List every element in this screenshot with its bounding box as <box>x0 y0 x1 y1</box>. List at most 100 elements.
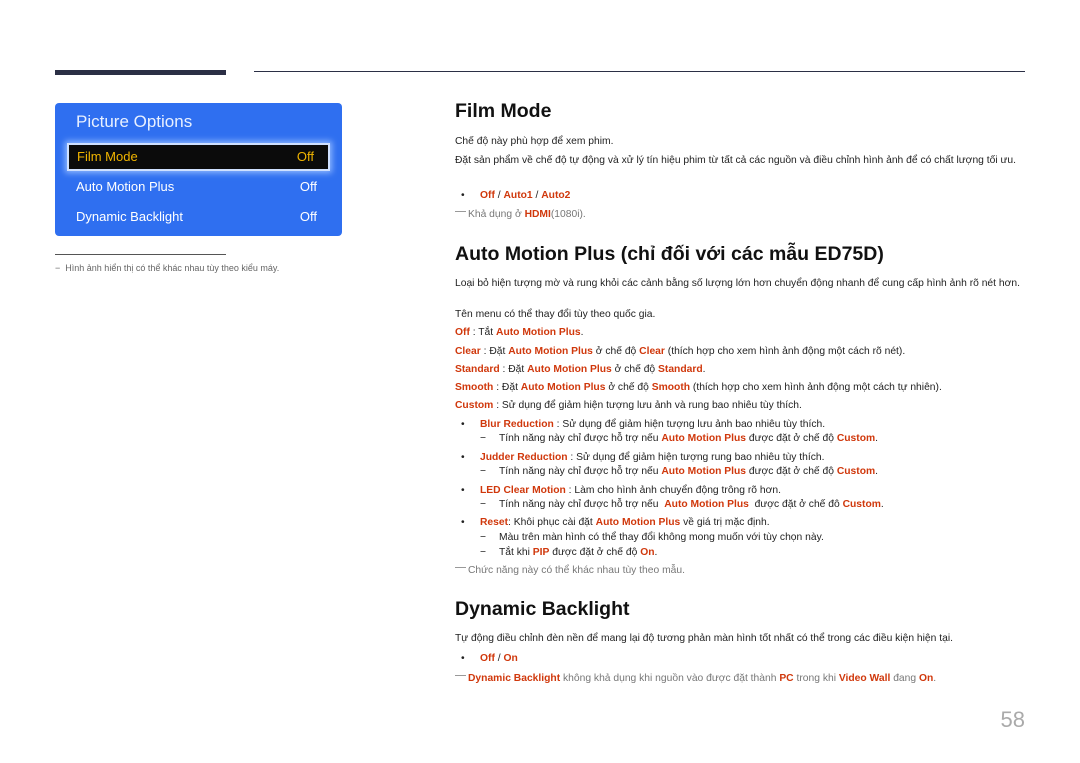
text: được đặt ở chế độ <box>746 466 837 477</box>
bullet: • <box>461 485 465 496</box>
menu-item-film-mode[interactable]: Film Mode Off <box>67 143 330 171</box>
key: Judder Reduction <box>480 452 568 463</box>
amp-clear-line: Clear : Đặt Auto Motion Plus ở chế độ Cl… <box>455 345 1025 359</box>
key: Blur Reduction <box>480 419 554 430</box>
dash: − <box>480 547 487 558</box>
text: Tính năng này chỉ được hỗ trợ nếu <box>499 433 662 444</box>
key: Reset <box>480 517 509 528</box>
key: Auto Motion Plus <box>595 517 681 528</box>
key: Custom <box>842 499 881 510</box>
menu-item-value: Off <box>296 149 314 164</box>
note-icon <box>455 567 466 568</box>
text: về giá trị mặc định. <box>680 517 770 528</box>
key: LED Clear Motion <box>480 485 566 496</box>
bullet: • <box>461 419 465 430</box>
key: Standard <box>455 364 500 375</box>
amp-note: Chức năng này có thể khác nhau tùy theo … <box>455 564 1025 578</box>
key: On <box>918 673 934 684</box>
option-auto2: Auto2 <box>541 190 571 201</box>
bullet: • <box>461 190 465 201</box>
text: (thích hợp cho xem hình ảnh động một các… <box>664 346 906 357</box>
header-rule-thin <box>254 71 1025 72</box>
text: : Đặt <box>480 346 509 357</box>
text: . <box>654 547 658 558</box>
text: đang <box>890 673 919 684</box>
db-heading: Dynamic Backlight <box>455 598 630 620</box>
key: Custom <box>455 400 494 411</box>
key: Auto Motion Plus <box>664 499 749 510</box>
menu-item-label: Auto Motion Plus <box>76 179 175 194</box>
menu-item-label: Film Mode <box>77 149 138 164</box>
key: On <box>640 547 655 558</box>
text: được đặt ở chế độ <box>549 547 641 558</box>
note-icon <box>455 675 466 676</box>
bullet: • <box>461 653 465 664</box>
text: : Làm cho hình ảnh chuyển động trông rõ … <box>565 485 781 496</box>
key: Standard <box>658 364 703 375</box>
amp-desc-2: Tên menu có thể thay đổi tùy theo quốc g… <box>455 309 656 320</box>
option-auto1: Auto1 <box>503 190 533 201</box>
key: PIP <box>532 547 550 558</box>
text: . <box>933 673 937 684</box>
text: : Tắt <box>469 327 497 338</box>
amp-heading: Auto Motion Plus (chỉ đối với các mẫu ED… <box>455 243 884 265</box>
key: Auto Motion Plus <box>520 382 606 393</box>
option-off: Off <box>480 190 495 201</box>
menu-item-label: Dynamic Backlight <box>76 209 183 224</box>
text: . <box>702 364 706 375</box>
menu-item-auto-motion-plus[interactable]: Auto Motion Plus Off <box>68 175 331 199</box>
sidebar-note-text: Hình ảnh hiển thị có thể khác nhau tùy t… <box>65 263 280 273</box>
text: được đặt ở chế đô <box>751 499 843 510</box>
option-on: On <box>503 653 518 664</box>
page-number: 58 <box>1000 707 1025 732</box>
film-mode-note: Khả dụng ở HDMI(1080i). <box>455 208 1025 222</box>
text: Tắt khi <box>499 547 533 558</box>
key: Dynamic Backlight <box>468 673 561 684</box>
db-desc: Tự động điều chỉnh đèn nền để mang lại đ… <box>455 633 953 644</box>
note-text: Chức năng này có thể khác nhau tùy theo … <box>468 565 685 576</box>
key: Auto Motion Plus <box>661 433 747 444</box>
key: Auto Motion Plus <box>527 364 612 375</box>
dash: − <box>480 499 487 510</box>
picture-options-panel: Picture Options Film Mode Off Auto Motio… <box>55 103 342 236</box>
sep: / <box>532 190 542 201</box>
key: Custom <box>836 466 876 477</box>
menu-item-dynamic-backlight[interactable]: Dynamic Backlight Off <box>68 205 331 229</box>
film-mode-heading: Film Mode <box>455 100 552 122</box>
text: được đặt ở chế độ <box>746 433 837 444</box>
menu-item-value: Off <box>299 179 317 194</box>
note-text: Khả dụng ở <box>468 209 525 220</box>
text: Tính năng này chỉ được hỗ trợ nếu <box>499 466 662 477</box>
text: Màu trên màn hình có thể thay đổi không … <box>499 532 824 543</box>
dash: − <box>480 433 487 444</box>
text: : Đặt <box>499 364 528 375</box>
note-dash: − <box>55 263 61 273</box>
sidebar-divider <box>55 254 226 255</box>
sidebar-note: − Hình ảnh hiển thị có thể khác nhau tùy… <box>55 263 279 273</box>
text: (thích hợp cho xem hình ảnh động một các… <box>690 382 942 393</box>
text: : Sử dụng để giảm hiện tượng rung bao nh… <box>567 452 825 463</box>
text: : Đặt <box>493 382 521 393</box>
key: Auto Motion Plus <box>496 327 581 338</box>
option-off: Off <box>480 653 495 664</box>
amp-smooth-line: Smooth : Đặt Auto Motion Plus ở chế độ S… <box>455 381 1025 395</box>
amp-standard-line: Standard : Đặt Auto Motion Plus ở chế độ… <box>455 363 1025 377</box>
bullet: • <box>461 517 465 528</box>
key: Auto Motion Plus <box>508 346 593 357</box>
key: Smooth <box>455 382 494 393</box>
menu-item-value: Off <box>299 209 317 224</box>
note-icon <box>455 211 466 212</box>
text: : Sử dụng để giảm hiện tượng lưu ảnh bao… <box>553 419 826 430</box>
text: ở chế độ <box>611 364 659 375</box>
bullet: • <box>461 452 465 463</box>
text: trong khi <box>793 673 839 684</box>
text: không khả dụng khi nguồn vào được đặt th… <box>560 673 780 684</box>
key: Off <box>455 327 470 338</box>
panel-title: Picture Options <box>76 112 193 131</box>
key: Custom <box>836 433 876 444</box>
key: Smooth <box>651 382 691 393</box>
film-mode-desc: Chế độ này phù hợp để xem phim. <box>455 136 614 147</box>
key: Video Wall <box>838 673 891 684</box>
key: Clear <box>639 346 665 357</box>
dash: − <box>480 532 487 543</box>
